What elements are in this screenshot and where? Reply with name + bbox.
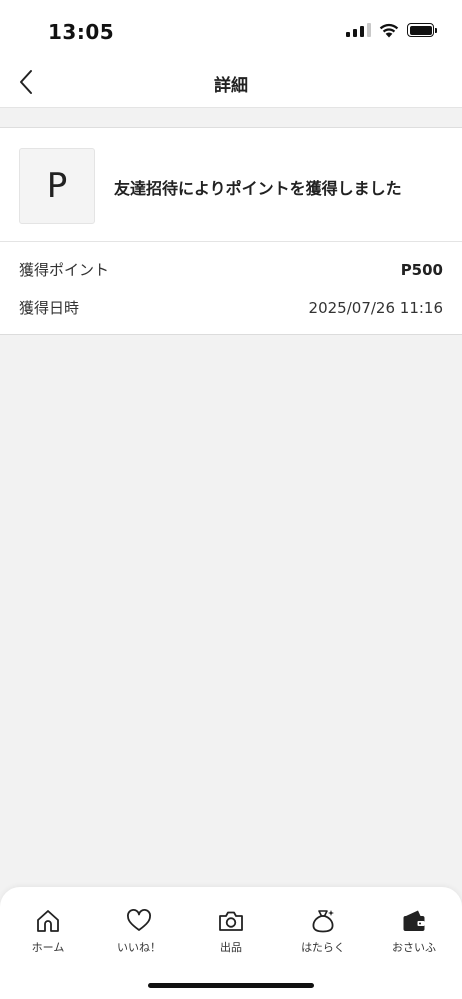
tab-label: 出品 xyxy=(220,941,242,954)
tab-label: はたらく xyxy=(301,941,345,954)
detail-value-datetime: 2025/07/26 11:16 xyxy=(308,298,443,317)
home-icon xyxy=(37,910,59,932)
wallet-icon xyxy=(403,910,425,931)
status-time: 13:05 xyxy=(48,20,115,44)
detail-section: 獲得ポイント P500 獲得日時 2025/07/26 11:16 xyxy=(0,242,462,335)
tab-likes[interactable]: いいね！ xyxy=(99,907,179,955)
tab-label: おさいふ xyxy=(392,941,436,954)
detail-label: 獲得日時 xyxy=(19,299,80,317)
tab-wallet[interactable]: おさいふ xyxy=(374,907,454,955)
point-avatar: P xyxy=(19,148,95,224)
tab-sell[interactable]: 出品 xyxy=(191,907,271,955)
detail-row-points: 獲得ポイント P500 xyxy=(19,259,443,280)
tab-label: いいね！ xyxy=(117,941,161,954)
detail-label: 獲得ポイント xyxy=(19,261,110,279)
tab-work[interactable]: はたらく xyxy=(283,907,363,955)
page-title: 詳細 xyxy=(214,76,248,96)
screen: 13:05 詳細 P 友達招待によりポイントを獲得しました 獲得ポイント P50… xyxy=(0,0,462,999)
nav-bar: 詳細 xyxy=(0,56,462,108)
wifi-icon xyxy=(379,23,399,38)
status-bar: 13:05 xyxy=(0,0,462,56)
notice-message: 友達招待によりポイントを獲得しました xyxy=(114,179,402,198)
detail-row-datetime: 獲得日時 2025/07/26 11:16 xyxy=(19,297,443,318)
signal-icon xyxy=(346,23,371,37)
tab-home[interactable]: ホーム xyxy=(8,907,88,955)
camera-icon xyxy=(219,911,243,931)
notice-card: P 友達招待によりポイントを獲得しました xyxy=(0,127,462,242)
battery-icon xyxy=(407,23,437,37)
heart-icon xyxy=(127,909,151,931)
detail-value-points: P500 xyxy=(400,260,443,279)
status-icons xyxy=(346,22,437,38)
money-bag-icon xyxy=(312,910,334,933)
home-indicator[interactable] xyxy=(148,983,314,988)
tab-label: ホーム xyxy=(31,941,65,954)
